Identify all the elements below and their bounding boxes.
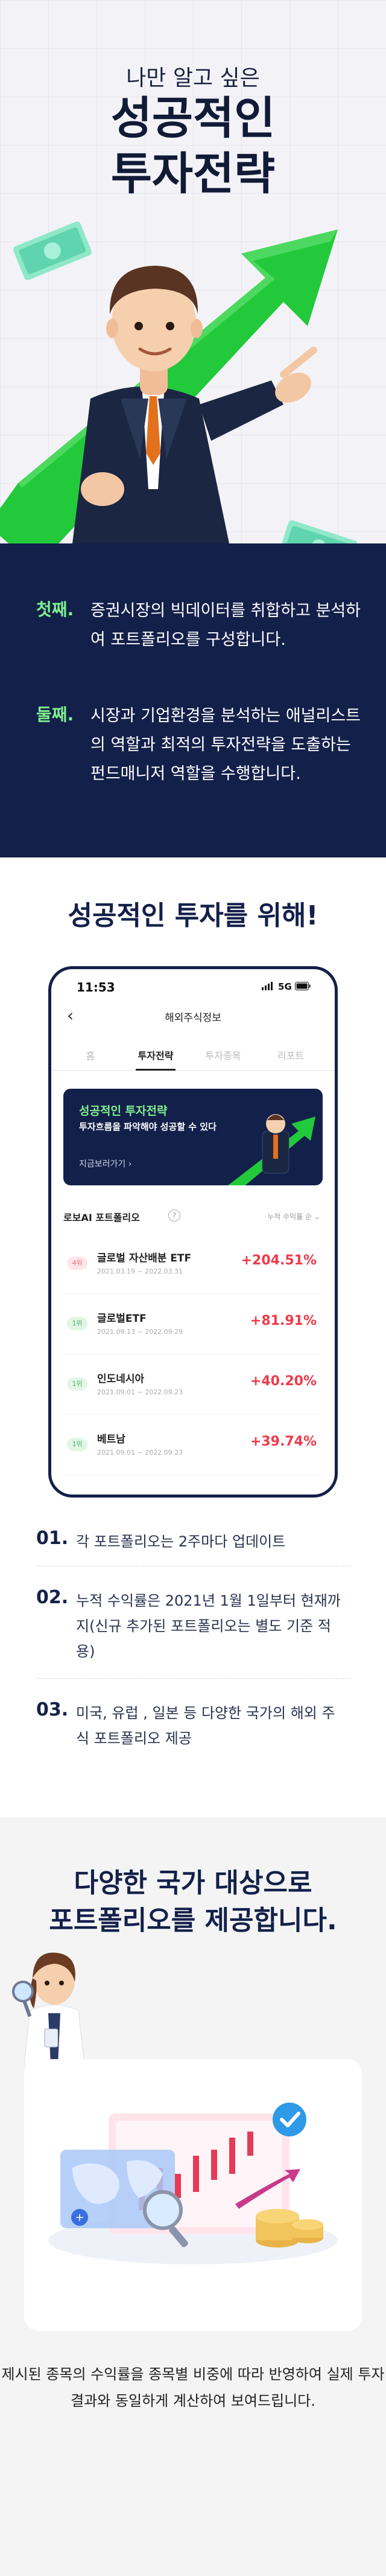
phone-mockup: 11:53 5G ‹ 해외주식정보 홈 투자전략 투자종목 리포트 성공적인 투… [48,966,338,1498]
point-text: 시장과 기업환경을 분석하는 애널리스트의 역할과 최적의 투자전략을 도출하는… [90,706,361,783]
chevron-down-icon: ⌄ [314,1213,320,1221]
note-text: 미국, 유럽 , 일본 등 다양한 국가의 해외 주식 포트폴리오 제공 [76,1705,335,1747]
portfolio-row[interactable]: 4위 글로벌 자산배분 ETF 2021.03.19 ~ 2022.03.31 +20… [63,1234,323,1294]
countries-section: 다양한 국가 대상으로 포트폴리오를 제공합니다. + 제시된 종목의 수익률을… [0,1818,386,2576]
section-title-success: 성공적인 투자를 위해! [68,900,318,931]
banner-subtitle: 투자흐름을 파악해야 성공할 수 있다 [79,1121,217,1132]
page: 나만 알고 싶은 성공적인 투자전략 첫째. 증권시장의 빅데이터를 취합하고 … [0,0,386,2576]
status-bar: 11:53 5G [51,980,335,998]
tab-bar: 홈 투자전략 투자종목 리포트 [51,1040,335,1071]
portfolio-name: 인도네시아 [97,1373,145,1385]
portfolio-return-rate: +81.91% [250,1313,317,1328]
note-text: 각 포트폴리오는 2주마다 업데이트 [76,1533,286,1550]
sort-dropdown[interactable]: 누적 수익률 순 ⌄ [267,1211,320,1222]
point-label: 첫째. [36,600,74,620]
banner-illustration [228,1114,315,1185]
portfolio-row[interactable]: 1위 베트남 2021.09.01 ~ 2022.09.23 +39.74% [63,1415,323,1475]
note-item: 01. 각 포트폴리오는 2주마다 업데이트 [36,1528,350,1566]
screen-title: 해외주식정보 [165,1012,221,1024]
money-bill-icon [13,221,92,280]
tab-stocks[interactable]: 투자종목 [196,1048,250,1062]
countries-title-line1: 다양한 국가 대상으로 [74,1868,312,1898]
banner-title: 성공적인 투자전략 [79,1104,168,1118]
tab-strategy[interactable]: 투자전략 [128,1048,183,1062]
portfolio-period: 2021.09.01 ~ 2022.09.23 [97,1449,183,1456]
point-label: 둘째. [36,705,74,725]
portfolio-return-rate: +39.74% [250,1434,317,1449]
portfolio-title: 로보AI 포트폴리오 [63,1212,140,1223]
hero-title-line1: 성공적인 [110,92,276,144]
battery-icon [295,982,311,990]
countries-title-line2: 포트폴리오를 제공합니다. [49,1905,337,1936]
portfolio-period: 2021.03.19 ~ 2022.03.31 [97,1267,183,1275]
note-item: 02. 누적 수익률은 2021년 1월 1일부터 현재까지(신규 추가된 포트… [36,1587,350,1679]
portfolio-return-rate: +40.20% [250,1374,317,1389]
strategy-banner[interactable]: 성공적인 투자전략 투자흐름을 파악해야 성공할 수 있다 지금보러가기 › [63,1089,323,1185]
status-network: 5G [261,981,311,992]
portfolio-name: 글로벌ETF [97,1313,147,1325]
money-bill-icon [280,520,358,543]
analyst-illustration [12,1952,85,2065]
portfolio-return-rate: +204.51% [241,1253,317,1268]
hero-title: 성공적인 투자전략 [0,91,386,202]
portfolio-visual-card: + [24,2059,362,2331]
sort-label: 누적 수익률 순 [267,1213,312,1221]
hero-subtitle: 나만 알고 싶은 [126,66,260,91]
portfolio-period: 2021.09.13 ~ 2022.09.29 [97,1328,183,1336]
rank-badge: 1위 [67,1377,87,1391]
note-item: 03. 미국, 유럽 , 일본 등 다양한 국가의 해외 주식 포트폴리오 제공 [36,1699,350,1760]
magnifier-icon [12,1981,34,2017]
check-badge-icon [273,2103,306,2136]
strategy-points-section: 첫째. 증권시장의 빅데이터를 취합하고 분석하여 포트폴리오를 구성합니다. … [0,543,386,857]
portfolio-row[interactable]: 1위 인도네시아 2021.09.01 ~ 2022.09.23 +40.20% [63,1354,323,1415]
hero-illustration [0,221,358,543]
banner-link-label: 지금보러가기 [79,1159,126,1169]
coin-stack-icon [256,2209,323,2248]
countries-title: 다양한 국가 대상으로 포트폴리오를 제공합니다. [0,1865,386,1940]
network-label: 5G [278,981,292,992]
active-tab-indicator [136,1069,176,1071]
tab-home[interactable]: 홈 [63,1048,118,1062]
note-number: 01. [36,1528,69,1549]
svg-text:+: + [75,2211,84,2224]
rank-badge: 4위 [67,1257,87,1270]
note-number: 02. [36,1587,69,1608]
businessman-figure [72,266,317,543]
hero-title-line2: 투자전략 [110,148,276,200]
note-text: 누적 수익률은 2021년 1월 1일부터 현재까지(신규 추가된 포트폴리오는… [76,1592,341,1660]
hero-section: 나만 알고 싶은 성공적인 투자전략 [0,0,386,543]
note-number: 03. [36,1699,69,1720]
signal-icon [261,982,273,990]
chevron-right-icon: › [128,1159,132,1169]
portfolio-name: 베트남 [97,1434,125,1446]
portfolio-period: 2021.09.01 ~ 2022.09.23 [97,1388,183,1396]
info-icon[interactable]: ? [168,1210,180,1222]
banner-link[interactable]: 지금보러가기 › [79,1158,131,1170]
portfolio-visual: + [48,2103,338,2264]
status-time: 11:53 [77,980,115,995]
portfolio-row[interactable]: 1위 글로벌ETF 2021.09.13 ~ 2022.09.29 +81.91% [63,1294,323,1354]
point-text: 증권시장의 빅데이터를 취합하고 분석하여 포트폴리오를 구성합니다. [90,601,361,649]
rank-badge: 1위 [67,1438,87,1451]
tab-report[interactable]: 리포트 [264,1048,318,1062]
countries-footer: 제시된 종목의 수익률을 종목별 비중에 따라 반영하여 실제 투자 결과와 동… [1,2366,385,2409]
rank-badge: 1위 [67,1317,87,1330]
portfolio-name: 글로벌 자산배분 ETF [97,1252,192,1264]
portfolio-header: 로보AI 포트폴리오 ? 누적 수익률 순 ⌄ [63,1210,323,1228]
